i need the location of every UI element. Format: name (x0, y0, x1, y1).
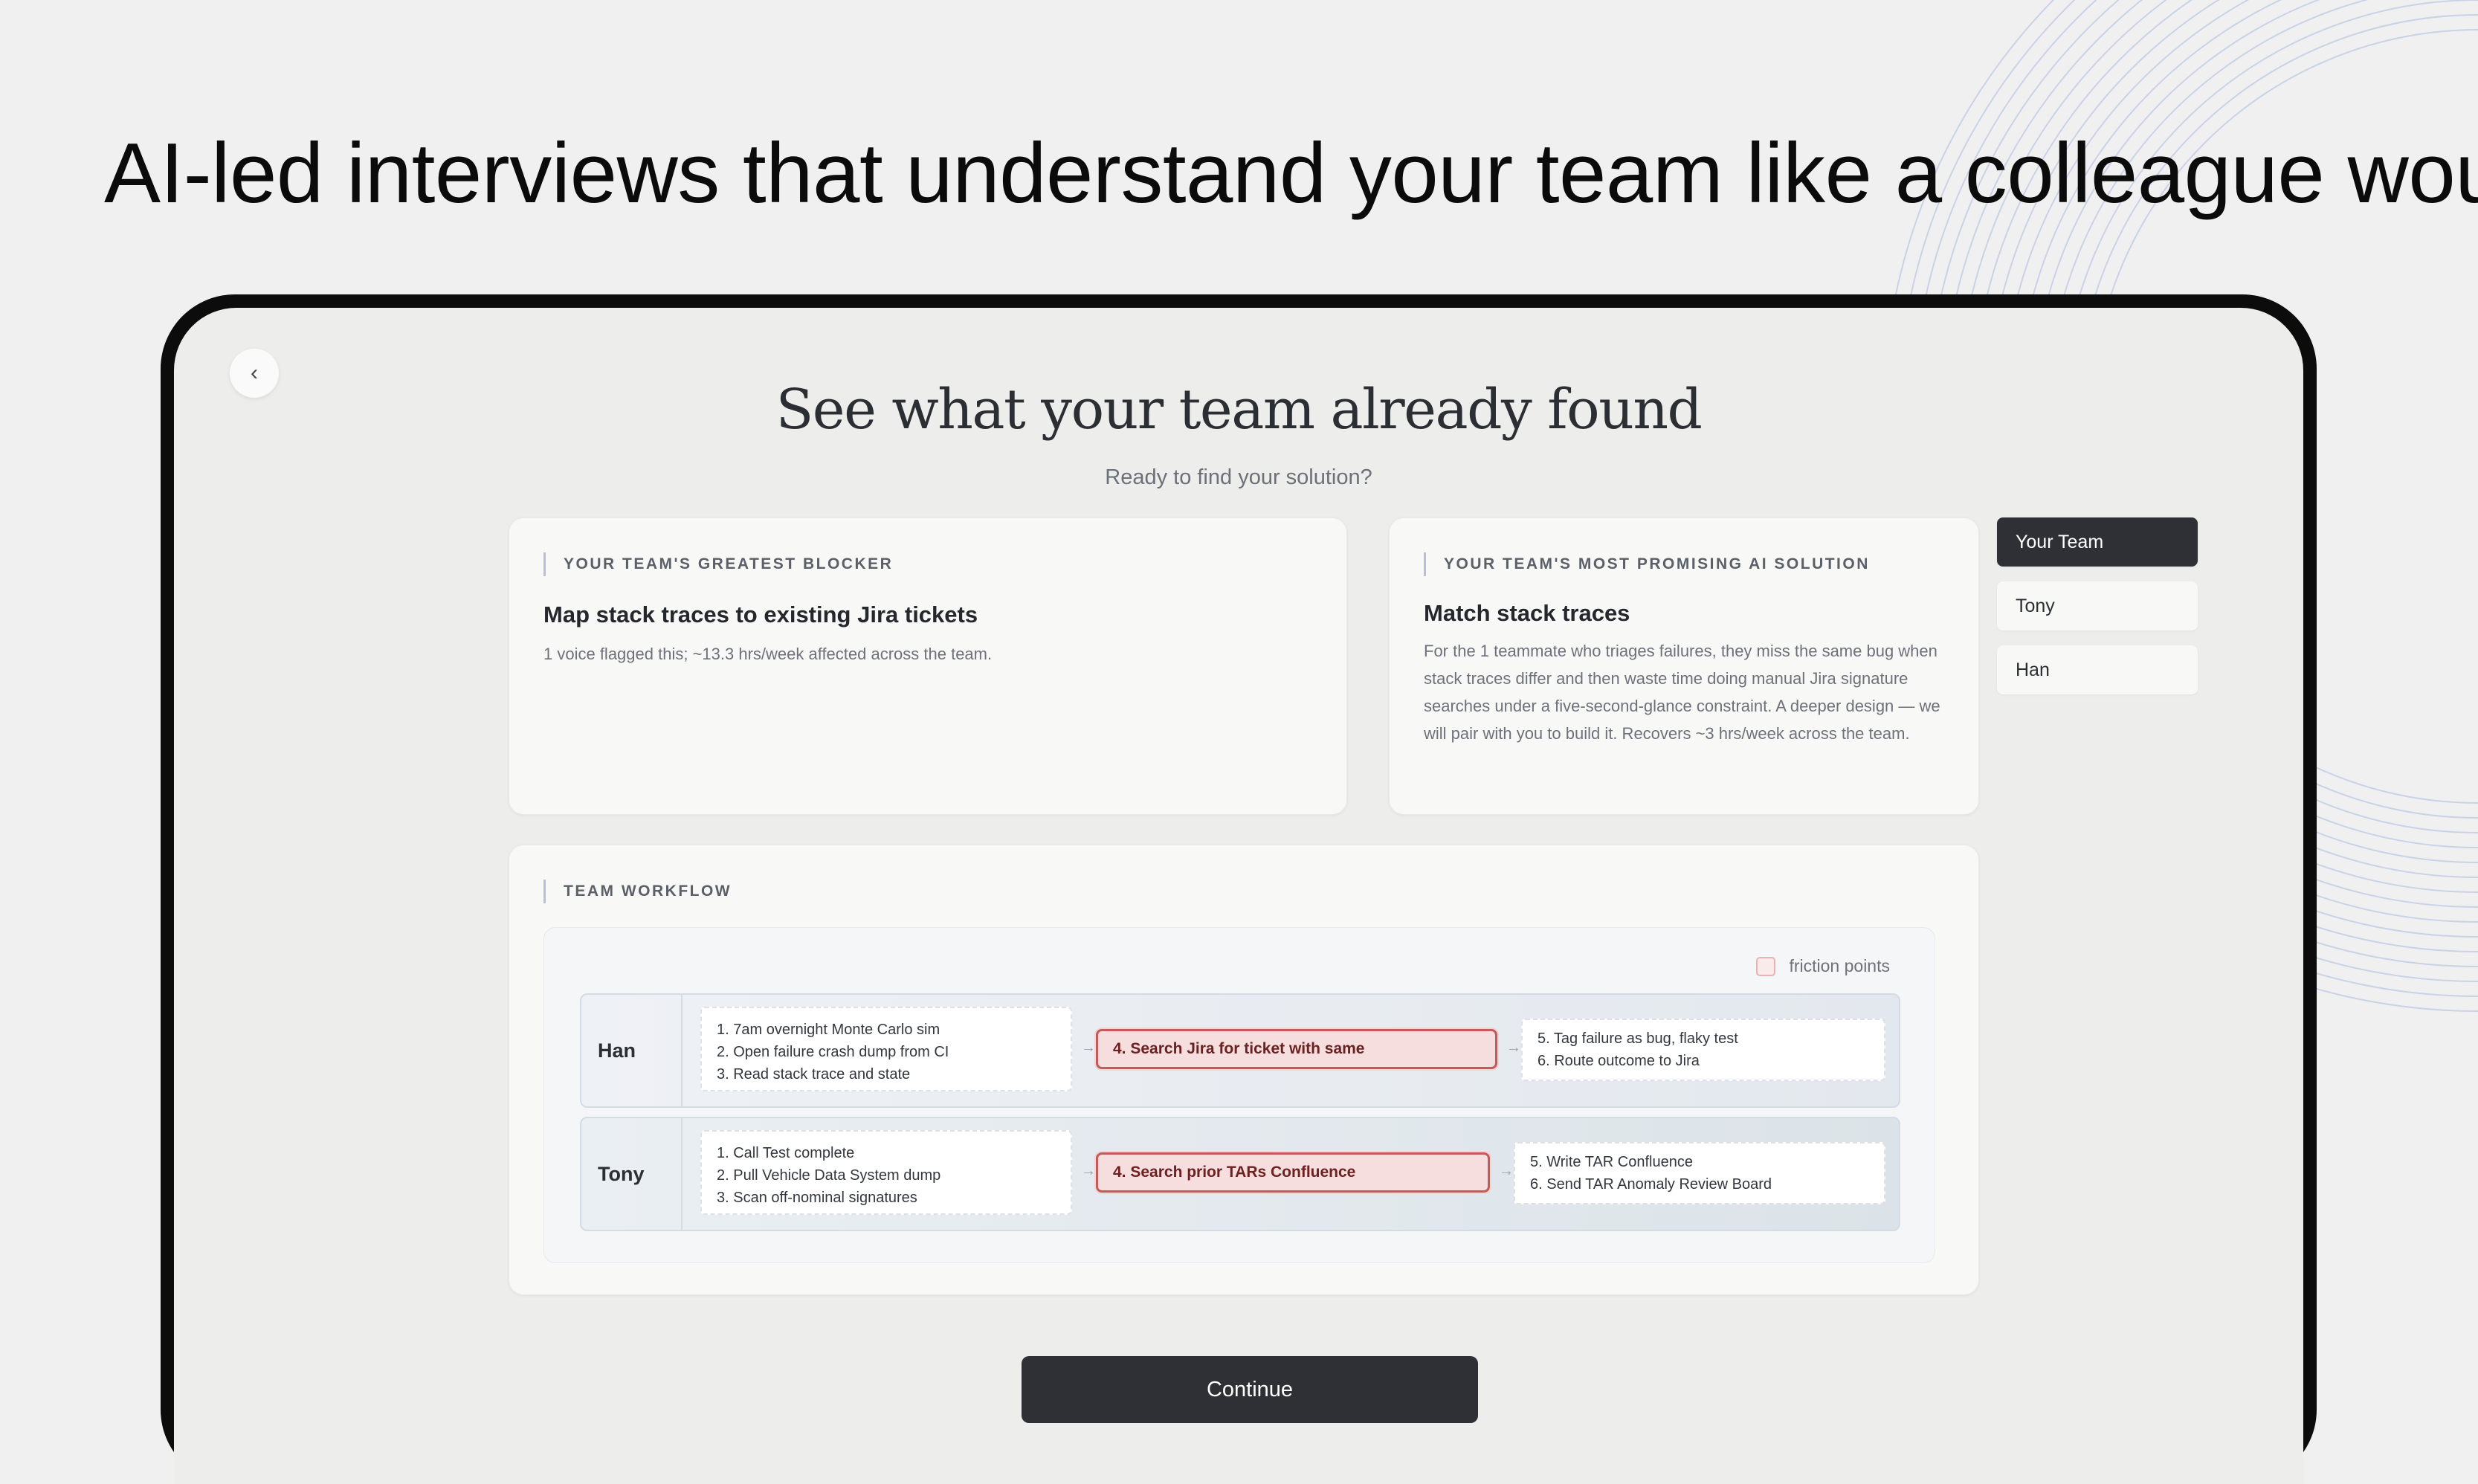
lane-name: Han (581, 995, 683, 1106)
lane-steps-before: 1. Call Test complete 2. Pull Vehicle Da… (700, 1130, 1072, 1215)
lane-steps-after: 5. Tag failure as bug, flaky test 6. Rou… (1521, 1019, 1885, 1081)
workflow-diagram: friction points Han 1. 7am overnight Mon… (543, 927, 1935, 1263)
workflow-label: TEAM WORKFLOW (543, 880, 732, 903)
lane-steps-before: 1. 7am overnight Monte Carlo sim 2. Open… (700, 1007, 1072, 1091)
workflow-step: 6. Send TAR Anomaly Review Board (1530, 1176, 1772, 1193)
checkbox-icon[interactable] (1756, 956, 1776, 976)
friction-points-label: friction points (1789, 956, 1890, 975)
arrow-right-icon: → (1081, 1163, 1096, 1179)
workflow-lane-tony: Tony 1. Call Test complete 2. Pull Vehic… (580, 1117, 1900, 1231)
workflow-step: 3. Scan off-nominal signatures (717, 1190, 917, 1206)
team-nav-item-your-team[interactable]: Your Team (1997, 517, 2198, 567)
team-nav-item-tony[interactable]: Tony (1997, 581, 2198, 630)
device-frame: ‹ See what your team already found Ready… (161, 294, 2317, 1484)
solution-card: YOUR TEAM'S MOST PROMISING AI SOLUTION M… (1389, 517, 1979, 815)
app-screen: ‹ See what your team already found Ready… (174, 308, 2303, 1484)
solution-body: For the 1 teammate who triages failures,… (1424, 642, 1940, 743)
workflow-card: TEAM WORKFLOW friction points Han 1. 7am… (509, 845, 1979, 1295)
workflow-step: 2. Open failure crash dump from CI (717, 1044, 949, 1060)
workflow-step: 3. Read stack trace and state (717, 1066, 911, 1083)
solution-heading: Match stack traces (1424, 600, 1630, 626)
arrow-right-icon: → (1506, 1039, 1521, 1056)
friction-step[interactable]: 4. Search Jira for ticket with same (1096, 1029, 1497, 1069)
arrow-right-icon: → (1499, 1163, 1514, 1179)
marketing-headline: AI-led interviews that understand your t… (104, 126, 2478, 221)
blocker-body: 1 voice flagged this; ~13.3 hrs/week aff… (543, 645, 993, 663)
team-nav: Your Team Tony Han (1997, 517, 2198, 709)
blocker-label: YOUR TEAM'S GREATEST BLOCKER (543, 552, 893, 576)
page-subtitle: Ready to find your solution? (1105, 465, 1372, 489)
lane-name: Tony (581, 1118, 683, 1230)
workflow-step: 1. 7am overnight Monte Carlo sim (717, 1022, 940, 1038)
workflow-step: 5. Tag failure as bug, flaky test (1538, 1030, 1738, 1047)
workflow-step: 2. Pull Vehicle Data System dump (717, 1167, 941, 1184)
workflow-lane-han: Han 1. 7am overnight Monte Carlo sim 2. … (580, 993, 1900, 1108)
lane-steps-after: 5. Write TAR Confluence 6. Send TAR Anom… (1514, 1142, 1885, 1204)
workflow-step: 6. Route outcome to Jira (1538, 1053, 1700, 1069)
solution-label: YOUR TEAM'S MOST PROMISING AI SOLUTION (1424, 552, 1870, 576)
friction-points-toggle[interactable]: friction points (1756, 956, 1890, 976)
friction-step[interactable]: 4. Search prior TARs Confluence (1096, 1152, 1490, 1193)
blocker-card: YOUR TEAM'S GREATEST BLOCKER Map stack t… (509, 517, 1347, 815)
page-title: See what your team already found (775, 378, 1703, 442)
team-nav-item-han[interactable]: Han (1997, 645, 2198, 694)
workflow-step: 5. Write TAR Confluence (1530, 1154, 1693, 1170)
continue-button[interactable]: Continue (1022, 1356, 1478, 1423)
arrow-right-icon: → (1081, 1039, 1096, 1056)
workflow-step: 1. Call Test complete (717, 1145, 855, 1161)
blocker-heading: Map stack traces to existing Jira ticket… (543, 601, 978, 628)
